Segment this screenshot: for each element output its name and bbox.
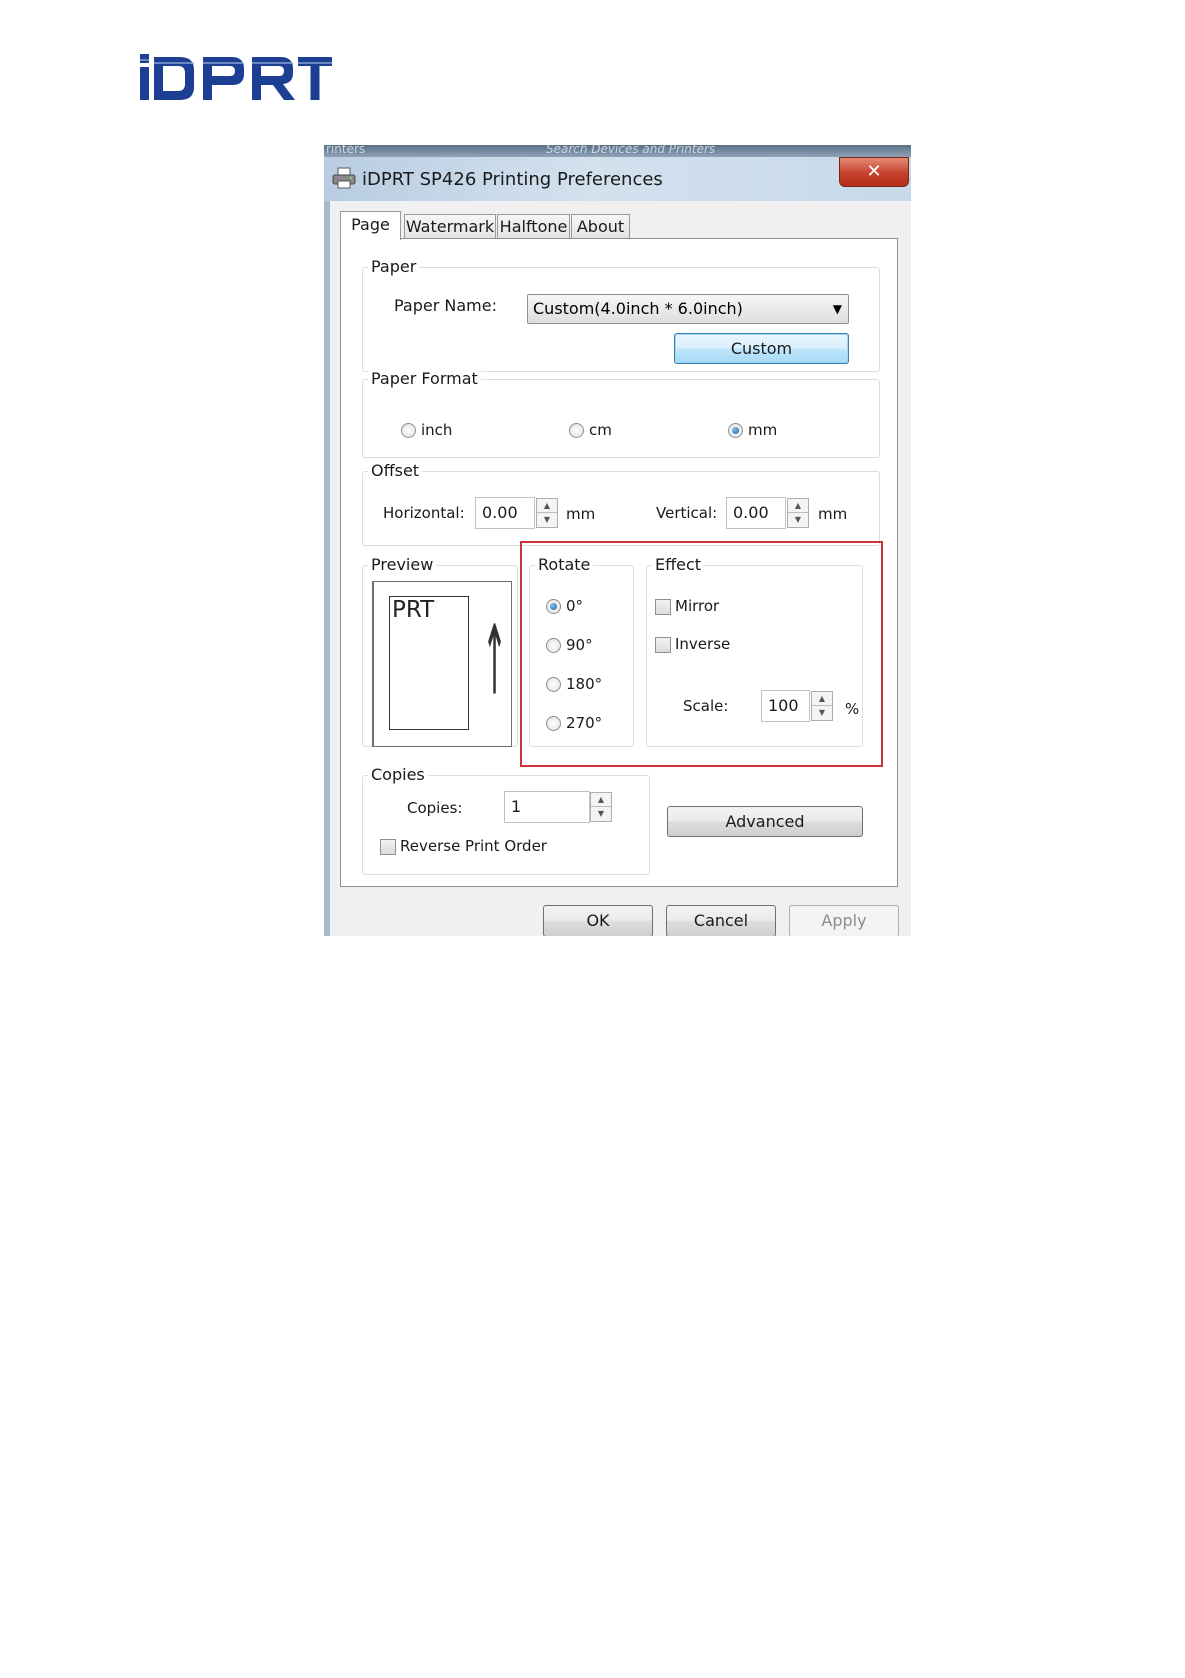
tab-halftone[interactable]: Halftone — [497, 214, 570, 239]
radio-cm-label: cm — [589, 421, 612, 439]
printer-icon — [332, 167, 356, 189]
copies-legend: Copies — [368, 765, 428, 784]
idprt-logo — [140, 54, 332, 100]
radio-inch-label: inch — [421, 421, 453, 439]
window-title: iDPRT SP426 Printing Preferences — [362, 169, 663, 190]
spin-up-icon[interactable]: ▲ — [788, 499, 808, 513]
copies-value: 1 — [511, 797, 522, 816]
paper-format-group — [362, 379, 880, 458]
explorer-search-placeholder: Search Devices and Printers — [546, 145, 716, 156]
paper-name-label: Paper Name: — [394, 296, 497, 315]
preview-page-text: PRT — [392, 597, 435, 623]
vertical-offset-input[interactable]: 0.00 — [726, 497, 786, 529]
vertical-offset-spinner[interactable]: ▲ ▼ — [787, 498, 809, 528]
reverse-print-order-label: Reverse Print Order — [400, 837, 547, 855]
radio-mm[interactable] — [728, 423, 743, 438]
copies-spinner[interactable]: ▲ ▼ — [590, 792, 612, 822]
apply-button[interactable]: Apply — [789, 905, 899, 936]
orientation-arrow-icon: ↑ — [482, 607, 508, 719]
spin-down-icon[interactable]: ▼ — [591, 807, 611, 821]
horizontal-offset-value: 0.00 — [482, 503, 518, 522]
custom-button[interactable]: Custom — [674, 333, 849, 364]
cancel-button-label: Cancel — [693, 911, 749, 930]
spin-up-icon[interactable]: ▲ — [537, 499, 557, 513]
tab-page[interactable]: Page — [340, 211, 401, 240]
cancel-button[interactable]: Cancel — [666, 905, 776, 936]
tab-watermark[interactable]: Watermark — [404, 214, 496, 239]
ok-button-label: OK — [586, 911, 610, 930]
horizontal-unit: mm — [566, 505, 596, 523]
explorer-breadcrumb: rinters — [326, 145, 366, 156]
vertical-label: Vertical: — [656, 504, 718, 522]
paper-format-legend: Paper Format — [368, 369, 481, 388]
preview-legend: Preview — [368, 555, 437, 574]
window-frame-edge — [324, 201, 330, 936]
apply-button-label: Apply — [821, 911, 867, 930]
copies-label: Copies: — [407, 799, 463, 817]
radio-mm-label: mm — [748, 421, 778, 439]
radio-cm[interactable] — [569, 423, 584, 438]
tab-label: About — [576, 217, 625, 236]
tab-label: Halftone — [499, 217, 568, 236]
horizontal-offset-input[interactable]: 0.00 — [475, 497, 535, 529]
advanced-button-label: Advanced — [725, 812, 805, 831]
explorer-background-strip: rinters Search Devices and Printers — [324, 145, 911, 157]
vertical-offset-value: 0.00 — [733, 503, 769, 522]
spin-up-icon[interactable]: ▲ — [591, 793, 611, 807]
horizontal-offset-spinner[interactable]: ▲ ▼ — [536, 498, 558, 528]
offset-legend: Offset — [368, 461, 423, 480]
custom-button-label: Custom — [730, 339, 793, 358]
annotation-highlight-box — [520, 541, 883, 767]
paper-legend: Paper — [368, 257, 420, 276]
spin-down-icon[interactable]: ▼ — [537, 513, 557, 527]
horizontal-label: Horizontal: — [383, 504, 465, 522]
copies-input[interactable]: 1 — [504, 791, 590, 823]
reverse-print-order-checkbox[interactable] — [380, 839, 396, 855]
tab-label: Page — [351, 215, 390, 234]
copies-group — [362, 775, 650, 875]
paper-name-dropdown[interactable]: Custom(4.0inch * 6.0inch) ▼ — [527, 294, 849, 324]
tab-about[interactable]: About — [571, 214, 630, 239]
advanced-button[interactable]: Advanced — [667, 806, 863, 837]
close-icon: ✕ — [866, 161, 882, 182]
close-button[interactable]: ✕ — [839, 157, 909, 187]
vertical-unit: mm — [818, 505, 848, 523]
printing-preferences-screenshot: rinters Search Devices and Printers iDPR… — [324, 145, 911, 936]
ok-button[interactable]: OK — [543, 905, 653, 936]
radio-inch[interactable] — [401, 423, 416, 438]
chevron-down-icon: ▼ — [832, 302, 842, 316]
spin-down-icon[interactable]: ▼ — [788, 513, 808, 527]
tab-label: Watermark — [405, 217, 495, 236]
paper-name-value: Custom(4.0inch * 6.0inch) — [533, 299, 743, 318]
